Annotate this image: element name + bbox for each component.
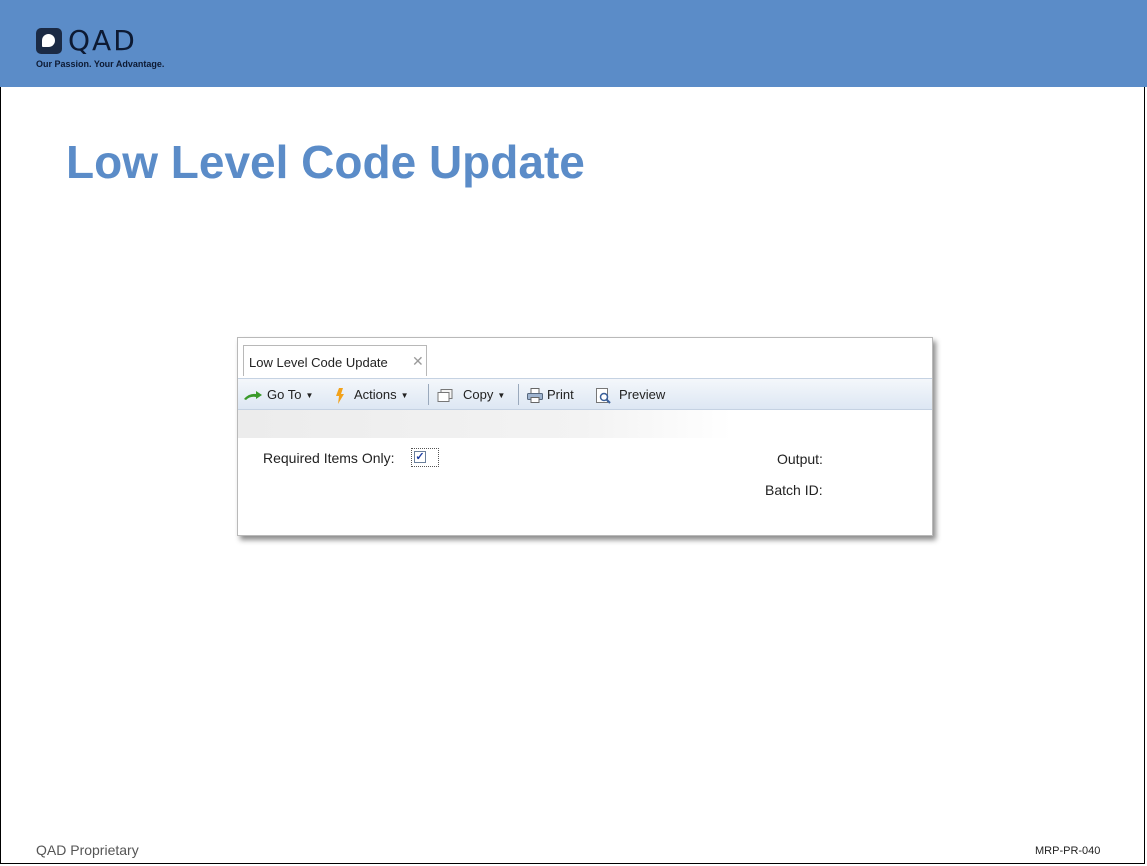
go-to-arrow-icon (244, 390, 262, 400)
chevron-down-icon: ▼ (497, 391, 506, 401)
preview-label: Preview (619, 387, 666, 402)
close-icon[interactable]: ✕ (412, 353, 424, 370)
actions-label: Actions (354, 387, 397, 402)
header-banner: QAD Our Passion. Your Advantage. (0, 0, 1147, 87)
tab-low-level-code-update[interactable]: Low Level Code Update ✕ (243, 345, 427, 376)
required-items-only-label: Required Items Only: (263, 450, 395, 466)
required-items-only-checkbox[interactable]: ✓ (411, 448, 439, 467)
section-header-stripe (238, 410, 732, 438)
footer-proprietary: QAD Proprietary (36, 842, 139, 858)
page-title: Low Level Code Update (66, 136, 585, 188)
printer-icon (527, 388, 543, 404)
toolbar-separator (518, 384, 519, 405)
footer-slide-code: MRP-PR-040 (1035, 845, 1101, 857)
copy-button[interactable]: Copy ▼ (437, 387, 505, 403)
copy-icon (437, 388, 453, 402)
print-label: Print (547, 387, 574, 402)
actions-lightning-icon (336, 387, 344, 404)
actions-button[interactable]: Actions ▼ (336, 387, 409, 404)
toolbar: Go To ▼ Actions ▼ Copy ▼ Print Preview (238, 378, 932, 410)
tab-label: Low Level Code Update (249, 355, 388, 370)
goto-button[interactable]: Go To ▼ (243, 387, 313, 402)
chevron-down-icon: ▼ (305, 391, 314, 401)
preview-icon (596, 387, 611, 404)
output-label: Output: (777, 451, 823, 467)
tab-strip: Low Level Code Update ✕ (238, 338, 932, 378)
logo-tagline: Our Passion. Your Advantage. (36, 59, 165, 69)
checkmark-icon: ✓ (414, 451, 426, 463)
preview-button[interactable]: Preview (596, 387, 665, 404)
qad-logo-mark (36, 28, 62, 54)
logo-text: QAD (68, 24, 137, 57)
batch-id-label: Batch ID: (765, 482, 823, 498)
toolbar-separator (428, 384, 429, 405)
copy-label: Copy (463, 387, 494, 402)
goto-label: Go To (267, 387, 302, 402)
chevron-down-icon: ▼ (400, 391, 409, 401)
print-button[interactable]: Print (527, 387, 574, 404)
program-window: Low Level Code Update ✕ Go To ▼ Actions ▼ … (237, 337, 933, 536)
